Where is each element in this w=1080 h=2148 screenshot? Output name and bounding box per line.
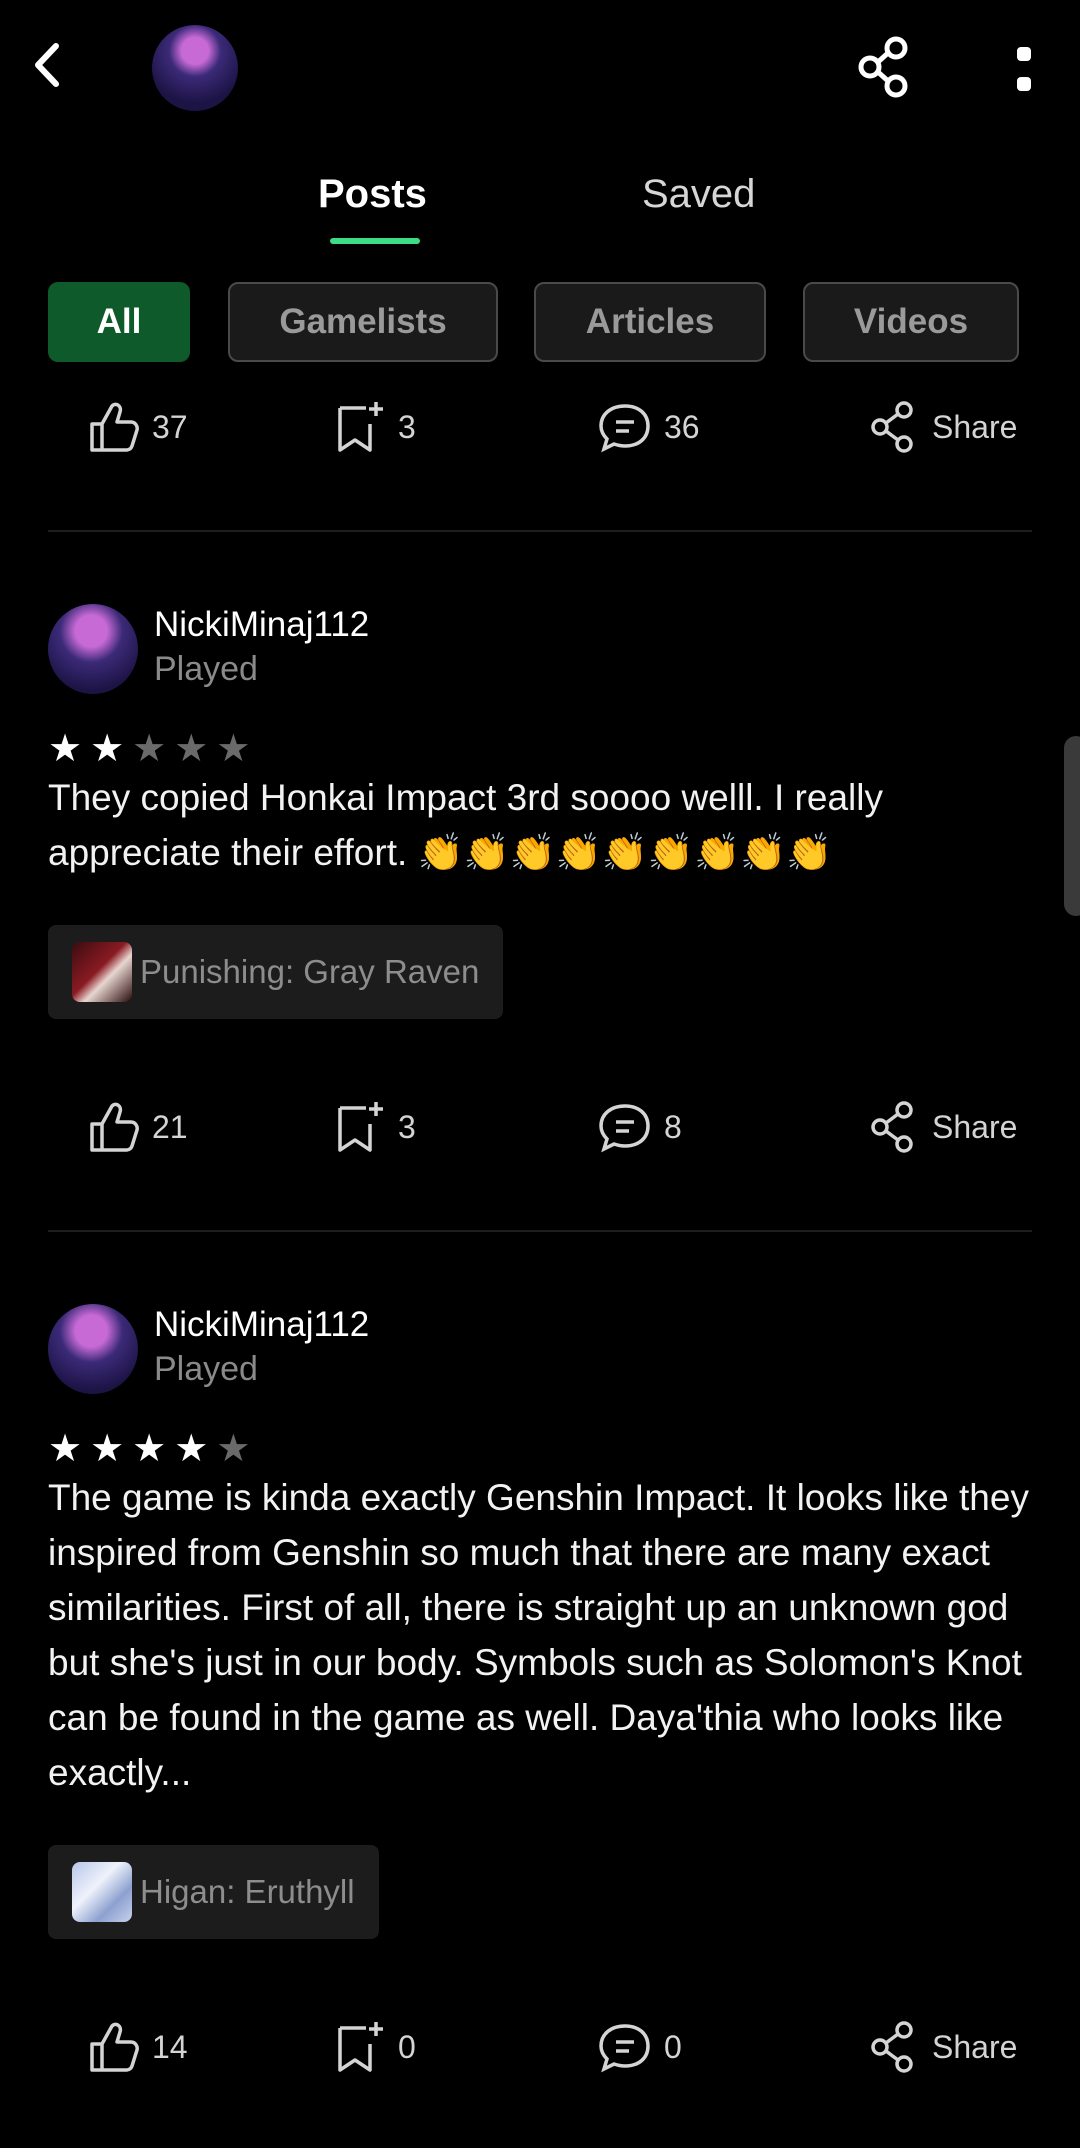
- active-tab-indicator: [330, 238, 420, 244]
- save-count: 3: [398, 1108, 416, 1145]
- game-icon: [72, 1862, 132, 1922]
- more-options-button[interactable]: [1014, 44, 1034, 94]
- post-text[interactable]: The game is kinda exactly Genshin Impact…: [48, 1470, 1038, 1800]
- save-button[interactable]: 0: [332, 2017, 416, 2077]
- rating-stars: ★ ★ ★ ★ ★: [48, 730, 250, 768]
- star-icon: ★: [90, 728, 125, 770]
- rating-stars: ★ ★ ★ ★ ★: [48, 1430, 250, 1468]
- filter-videos[interactable]: Videos: [803, 282, 1019, 362]
- thumbs-up-icon: [90, 402, 139, 452]
- comment-button[interactable]: 0: [598, 2017, 682, 2077]
- share-icon: [871, 2021, 913, 2073]
- comment-icon: [599, 2024, 650, 2073]
- thumbs-up-icon: [90, 1102, 139, 1152]
- bookmark-add-icon: [338, 402, 383, 452]
- share-post-button[interactable]: Share: [866, 397, 1017, 457]
- star-icon: ★: [48, 728, 83, 770]
- avatar[interactable]: [48, 1304, 138, 1394]
- username[interactable]: NickiMinaj112: [154, 605, 369, 645]
- share-button[interactable]: [856, 36, 912, 98]
- like-count: 21: [152, 1108, 188, 1145]
- play-status: Played: [154, 1350, 258, 1388]
- game-name: Punishing: Gray Raven: [140, 953, 480, 990]
- share-label: Share: [932, 408, 1018, 445]
- star-icon: ★: [90, 1428, 125, 1470]
- like-count: 37: [152, 408, 188, 445]
- star-icon: ★: [48, 1428, 83, 1470]
- like-button[interactable]: 14: [86, 2017, 188, 2077]
- share-label: Share: [932, 1108, 1018, 1145]
- share-icon: [871, 1101, 913, 1153]
- comment-count: 8: [664, 1108, 682, 1145]
- comment-button[interactable]: 8: [598, 1097, 682, 1157]
- game-name: Higan: Eruthyll: [140, 1873, 355, 1910]
- divider: [48, 1230, 1032, 1232]
- bookmark-add-icon: [338, 1102, 383, 1152]
- filter-all[interactable]: All: [48, 282, 190, 362]
- more-vertical-icon: [1017, 47, 1031, 91]
- star-icon: ★: [174, 1428, 209, 1470]
- play-status: Played: [154, 650, 258, 688]
- share-post-button[interactable]: Share: [866, 2017, 1017, 2077]
- like-button[interactable]: 37: [86, 397, 188, 457]
- bookmark-add-icon: [338, 2022, 383, 2072]
- profile-avatar[interactable]: [152, 25, 238, 111]
- game-tag[interactable]: Higan: Eruthyll: [48, 1845, 379, 1939]
- save-count: 3: [398, 408, 416, 445]
- tab-saved[interactable]: Saved: [642, 172, 755, 217]
- comment-count: 36: [664, 408, 700, 445]
- tab-posts[interactable]: Posts: [318, 172, 427, 217]
- save-count: 0: [398, 2028, 416, 2065]
- filter-gamelists[interactable]: Gamelists: [228, 282, 498, 362]
- share-post-button[interactable]: Share: [866, 1097, 1017, 1157]
- divider: [48, 530, 1032, 532]
- game-icon: [72, 942, 132, 1002]
- star-icon: ★: [132, 1428, 167, 1470]
- star-icon: ★: [174, 728, 209, 770]
- username[interactable]: NickiMinaj112: [154, 1305, 369, 1345]
- scroll-handle[interactable]: [1064, 736, 1080, 916]
- chevron-left-icon: [35, 43, 59, 87]
- back-button[interactable]: [28, 40, 68, 90]
- avatar[interactable]: [48, 604, 138, 694]
- share-icon: [871, 401, 913, 453]
- comment-button[interactable]: 36: [598, 397, 700, 457]
- save-button[interactable]: 3: [332, 1097, 416, 1157]
- save-button[interactable]: 3: [332, 397, 416, 457]
- star-icon: ★: [132, 728, 167, 770]
- comment-icon: [599, 404, 650, 453]
- game-tag[interactable]: Punishing: Gray Raven: [48, 925, 504, 1019]
- share-icon: [858, 36, 908, 98]
- comment-count: 0: [664, 2028, 682, 2065]
- post-text[interactable]: They copied Honkai Impact 3rd soooo well…: [48, 770, 1038, 880]
- star-icon: ★: [216, 728, 251, 770]
- like-button[interactable]: 21: [86, 1097, 188, 1157]
- comment-icon: [599, 1104, 650, 1153]
- filter-articles[interactable]: Articles: [534, 282, 766, 362]
- share-label: Share: [932, 2028, 1018, 2065]
- star-icon: ★: [216, 1428, 251, 1470]
- like-count: 14: [152, 2028, 188, 2065]
- thumbs-up-icon: [90, 2022, 139, 2072]
